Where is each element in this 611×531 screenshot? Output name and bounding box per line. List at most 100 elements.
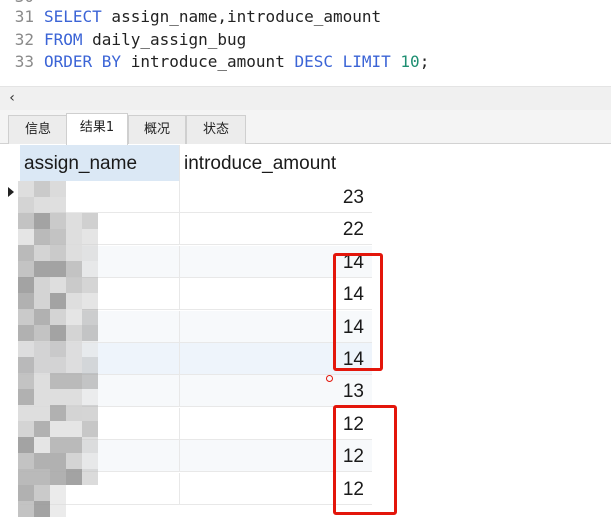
mosaic-block (18, 485, 34, 501)
mosaic-block (66, 469, 82, 485)
mosaic-block (50, 389, 66, 405)
cell-introduce-amount[interactable]: 23 (180, 181, 372, 213)
code-line: 32 FROM daily_assign_bug (0, 29, 247, 51)
mosaic-block (18, 309, 34, 325)
mosaic-block (50, 181, 66, 197)
mosaic-block (34, 437, 50, 453)
tab-status[interactable]: 状态 (186, 115, 246, 144)
mosaic-block (82, 261, 98, 277)
mosaic-block (34, 357, 50, 373)
mosaic-block (50, 453, 66, 469)
tab-info[interactable]: 信息 (8, 115, 68, 144)
mosaic-block (82, 373, 98, 389)
mosaic-block (34, 501, 50, 517)
mosaic-block (82, 405, 98, 421)
mosaic-block (50, 469, 66, 485)
horizontal-scrollbar[interactable]: ‹ (0, 86, 611, 110)
mosaic-block (82, 389, 98, 405)
mosaic-block (18, 229, 34, 245)
mosaic-block (82, 309, 98, 325)
scroll-left-icon[interactable]: ‹ (3, 89, 21, 107)
mosaic-block (50, 501, 66, 517)
mosaic-block (18, 469, 34, 485)
result-tab-bar: 信息 结果1 概况 状态 (0, 110, 611, 145)
mosaic-block (66, 245, 82, 261)
cell-introduce-amount[interactable]: 22 (180, 213, 372, 246)
mosaic-block (34, 245, 50, 261)
row-indicator-column (0, 145, 20, 531)
mosaic-block (50, 485, 66, 501)
mosaic-block (82, 229, 98, 245)
red-dot-marker (326, 375, 333, 382)
mosaic-block (82, 437, 98, 453)
mosaic-block (66, 373, 82, 389)
sql-keyword: DESC LIMIT (294, 52, 391, 71)
mosaic-block (66, 341, 82, 357)
sql-text: introduce_amount (121, 52, 295, 71)
mosaic-block (50, 229, 66, 245)
tab-profile[interactable]: 概况 (128, 115, 186, 144)
line-number: 31 (14, 7, 34, 26)
mosaic-block (34, 181, 50, 197)
sql-keyword: FROM (44, 30, 83, 49)
sql-editor[interactable]: 30 31SELECT assign_name,introduce_amount… (0, 0, 611, 86)
mosaic-block (34, 421, 50, 437)
mosaic-block (18, 437, 34, 453)
mosaic-block (18, 213, 34, 229)
mosaic-block (66, 309, 82, 325)
mosaic-block (18, 421, 34, 437)
mosaic-block (66, 261, 82, 277)
mosaic-block (82, 341, 98, 357)
pixelated-names (18, 181, 100, 517)
mosaic-block (66, 213, 82, 229)
mosaic-block (66, 325, 82, 341)
mosaic-block (50, 373, 66, 389)
sql-text: ; (419, 52, 430, 71)
highlight-box (333, 405, 397, 515)
mosaic-block (34, 325, 50, 341)
mosaic-block (66, 229, 82, 245)
mosaic-block (18, 197, 34, 213)
current-row-icon (8, 187, 14, 197)
mosaic-block (66, 405, 82, 421)
sql-text: daily_assign_bug (82, 30, 247, 49)
mosaic-block (66, 277, 82, 293)
mosaic-block (18, 357, 34, 373)
mosaic-block (50, 293, 66, 309)
mosaic-block (50, 245, 66, 261)
mosaic-block (82, 421, 98, 437)
mosaic-block (82, 293, 98, 309)
mosaic-block (50, 213, 66, 229)
result-grid: assign_name introduce_amount 23 22 14 14 14 1… (0, 145, 611, 531)
mosaic-block (34, 293, 50, 309)
mosaic-block (34, 373, 50, 389)
mosaic-block (18, 293, 34, 309)
mosaic-block (18, 245, 34, 261)
mosaic-block (34, 453, 50, 469)
sql-number: 10 (400, 52, 420, 71)
mosaic-block (82, 213, 98, 229)
sql-keyword: ORDER BY (44, 52, 122, 71)
mosaic-block (18, 501, 34, 517)
mosaic-block (50, 421, 66, 437)
code-line: 33 ORDER BY introduce_amount DESC LIMIT 1… (0, 51, 430, 73)
mosaic-block (50, 261, 66, 277)
mosaic-block (34, 469, 50, 485)
mosaic-block (18, 389, 34, 405)
mosaic-block (66, 437, 82, 453)
column-header-introduce-amount[interactable]: introduce_amount (180, 145, 392, 181)
mosaic-block (50, 325, 66, 341)
mosaic-block (34, 485, 50, 501)
highlight-box (333, 253, 383, 371)
mosaic-block (34, 277, 50, 293)
mosaic-block (18, 325, 34, 341)
mosaic-block (18, 261, 34, 277)
column-header-assign-name[interactable]: assign_name (20, 145, 180, 181)
code-line: 31 SELECT assign_name,introduce_amount (0, 6, 381, 28)
cell-introduce-amount[interactable]: 13 (180, 375, 372, 408)
tab-result-1[interactable]: 结果1 (66, 113, 128, 145)
mosaic-block (82, 357, 98, 373)
mosaic-block (82, 277, 98, 293)
mosaic-block (50, 357, 66, 373)
mosaic-block (34, 341, 50, 357)
